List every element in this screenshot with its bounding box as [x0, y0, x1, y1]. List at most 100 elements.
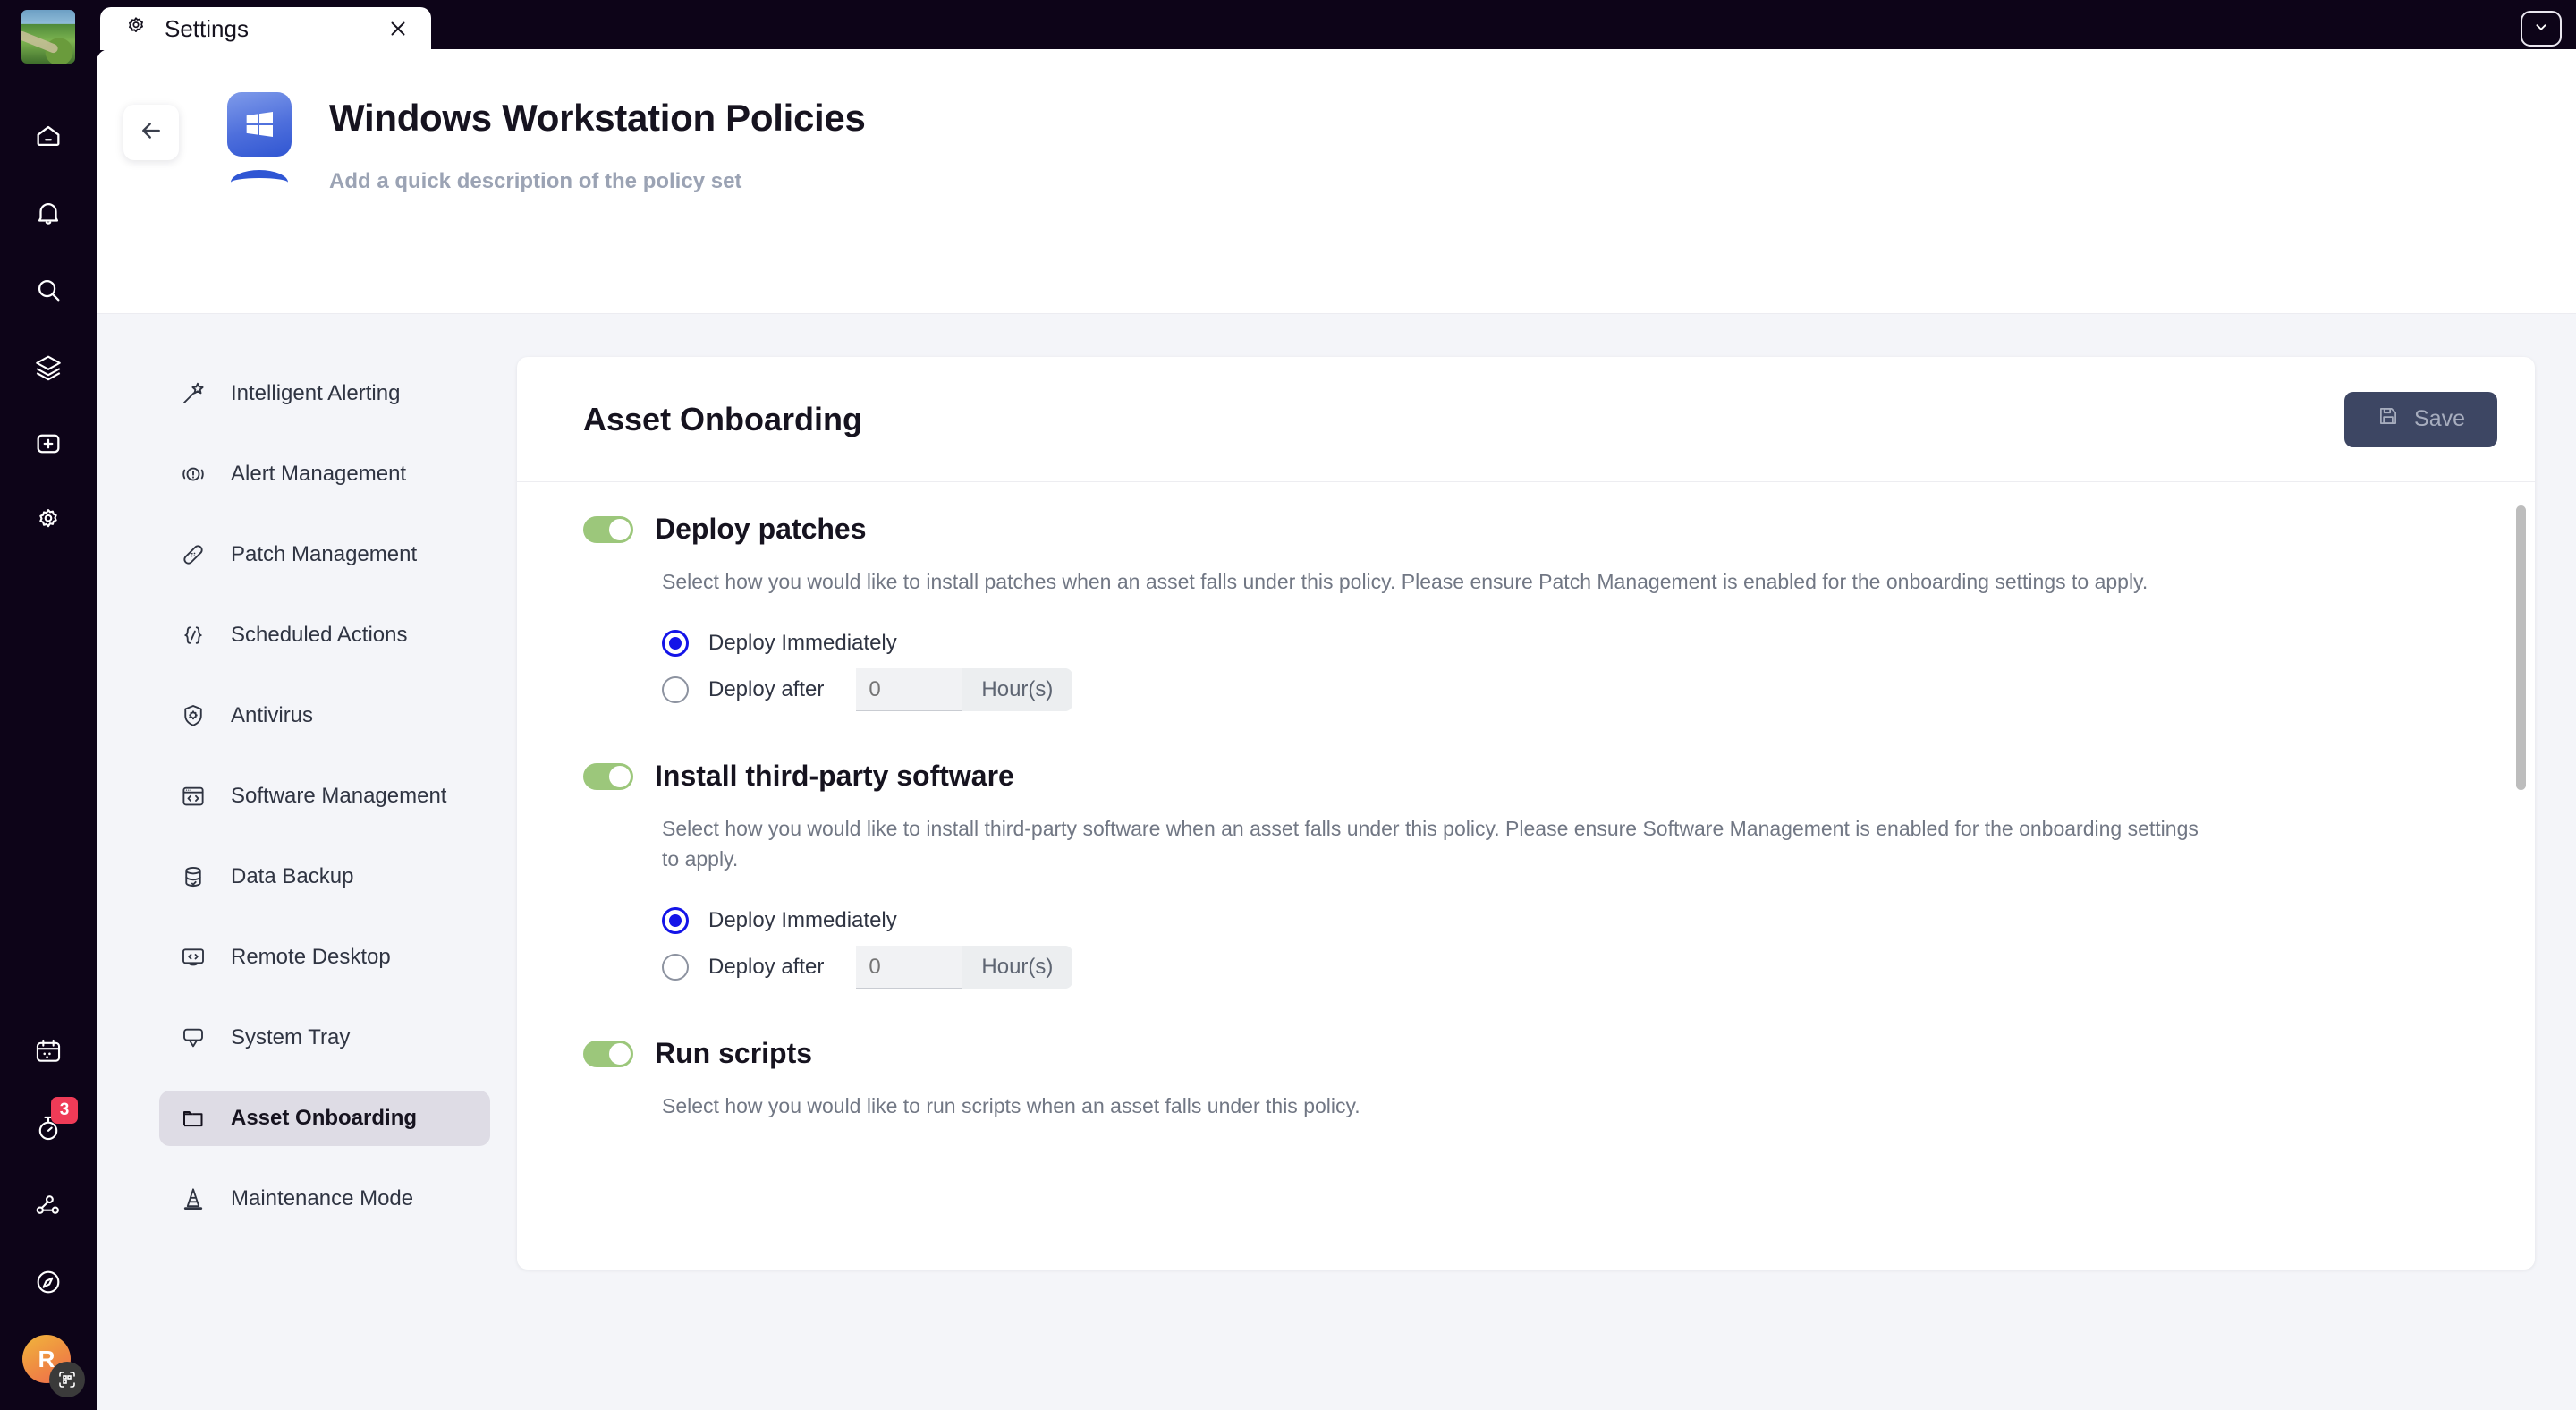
back-button[interactable]: [123, 105, 179, 160]
bandage-icon: [179, 540, 208, 569]
section-title: Deploy patches: [655, 513, 867, 545]
sidebar-item-label: Intelligent Alerting: [231, 381, 401, 405]
sidebar-item-label: Antivirus: [231, 703, 314, 727]
compass-icon: [33, 1267, 64, 1297]
save-button[interactable]: Save: [2344, 391, 2497, 447]
settings-card: Asset Onboarding Save Deploy patches Sel…: [517, 357, 2535, 1270]
radio-label: Deploy after: [708, 955, 825, 980]
radio-row-deploy-immediately[interactable]: Deploy Immediately: [662, 620, 2454, 667]
radio-group-deploy-patches: Deploy Immediately Deploy after Hour(s): [583, 620, 2454, 713]
section-title: Install third-party software: [655, 760, 1014, 793]
toggle-install-third-party-software[interactable]: [583, 762, 633, 790]
rail-item-search[interactable]: [21, 262, 76, 318]
deploy-after-hours-input[interactable]: [856, 946, 962, 990]
card-scrollbar-thumb[interactable]: [2516, 505, 2526, 790]
section-title: Run scripts: [655, 1037, 813, 1070]
save-button-label: Save: [2414, 406, 2465, 431]
plus-square-icon: [33, 429, 64, 459]
policy-avatar[interactable]: [211, 92, 308, 183]
collapse-panel-button[interactable]: [2521, 11, 2562, 47]
sidebar-item-scheduled-actions[interactable]: Scheduled Actions: [159, 607, 490, 663]
rail-item-layers[interactable]: [21, 339, 76, 395]
sidebar-item-label: Maintenance Mode: [231, 1186, 414, 1210]
page-content: Intelligent Alerting Alert Management Pa…: [97, 314, 2576, 1270]
chevron-down-icon: [2531, 17, 2551, 41]
traffic-cone-icon: [179, 1185, 208, 1213]
sidebar-item-label: Patch Management: [231, 542, 418, 566]
toggle-run-scripts[interactable]: [583, 1040, 633, 1067]
rail-item-calendar[interactable]: [21, 1024, 76, 1079]
deploy-after-unit-label: Hour(s): [962, 668, 1073, 712]
gear-icon: [33, 505, 64, 536]
policy-avatar-arc: [231, 170, 288, 183]
radio-group-install-third-party-software: Deploy Immediately Deploy after Hour(s): [583, 897, 2454, 990]
close-icon[interactable]: [383, 13, 413, 44]
app-rail: 3 R: [0, 0, 97, 1410]
layers-icon: [33, 352, 64, 382]
home-icon: [33, 121, 64, 151]
floppy-disk-icon: [2377, 404, 2400, 434]
sidebar-item-patch-management[interactable]: Patch Management: [159, 527, 490, 582]
page-description[interactable]: Add a quick description of the policy se…: [329, 169, 866, 194]
shield-virus-icon: [179, 701, 208, 730]
sidebar-item-label: Alert Management: [231, 462, 407, 486]
deploy-after-hours-input[interactable]: [856, 668, 962, 712]
sidebar-item-label: Asset Onboarding: [231, 1106, 418, 1130]
card-scrollbar[interactable]: [2516, 505, 2526, 1246]
sidebar-item-system-tray[interactable]: System Tray: [159, 1010, 490, 1066]
rail-item-explore[interactable]: [21, 1254, 76, 1310]
tray-icon: [179, 1024, 208, 1052]
section-run-scripts: Run scripts Select how you would like to…: [517, 1037, 2535, 1121]
monitor-code-icon: [179, 943, 208, 972]
settings-window: Windows Workstation Policies Add a quick…: [97, 49, 2576, 1410]
sidebar-item-data-backup[interactable]: Data Backup: [159, 849, 490, 905]
network-nodes-icon: [33, 1190, 64, 1220]
deploy-after-input-group: Hour(s): [856, 668, 1073, 712]
radio-deploy-immediately[interactable]: [662, 630, 689, 658]
rail-item-topology[interactable]: [21, 1177, 76, 1233]
sidebar-item-label: System Tray: [231, 1025, 351, 1049]
radio-label: Deploy Immediately: [708, 631, 897, 656]
radio-label: Deploy after: [708, 677, 825, 702]
radio-row-deploy-after[interactable]: Deploy after Hour(s): [662, 667, 2454, 713]
qr-code-icon[interactable]: [49, 1362, 85, 1397]
code-braces-icon: [179, 621, 208, 650]
bell-icon: [33, 198, 64, 228]
browser-code-icon: [179, 782, 208, 811]
radio-deploy-after[interactable]: [662, 954, 689, 981]
sidebar-item-label: Data Backup: [231, 864, 354, 888]
sidebar-item-alert-management[interactable]: Alert Management: [159, 446, 490, 502]
rail-item-add[interactable]: [21, 416, 76, 471]
deploy-after-unit-label: Hour(s): [962, 946, 1073, 990]
section-description: Select how you would like to install thi…: [662, 817, 2199, 871]
tab-settings[interactable]: Settings: [100, 7, 431, 50]
magic-wand-icon: [179, 379, 208, 408]
section-description: Select how you would like to install pat…: [662, 570, 2148, 593]
sidebar-item-software-management[interactable]: Software Management: [159, 769, 490, 824]
rail-item-notifications[interactable]: [21, 185, 76, 241]
timer-badge: 3: [51, 1097, 78, 1124]
rail-item-home[interactable]: [21, 108, 76, 164]
rail-item-settings[interactable]: [21, 493, 76, 548]
radio-row-deploy-after[interactable]: Deploy after Hour(s): [662, 944, 2454, 990]
alert-circle-icon: [179, 460, 208, 488]
card-header: Asset Onboarding Save: [517, 357, 2535, 482]
sidebar-item-maintenance-mode[interactable]: Maintenance Mode: [159, 1171, 490, 1227]
radio-label: Deploy Immediately: [708, 908, 897, 933]
rail-item-timer[interactable]: 3: [21, 1097, 78, 1156]
sidebar-item-antivirus[interactable]: Antivirus: [159, 688, 490, 743]
toggle-deploy-patches[interactable]: [583, 515, 633, 543]
avatar-group[interactable]: R: [21, 1335, 85, 1397]
sidebar-item-asset-onboarding[interactable]: Asset Onboarding: [159, 1091, 490, 1146]
section-description: Select how you would like to run scripts…: [662, 1094, 1360, 1118]
gear-icon: [123, 14, 148, 44]
arrow-left-icon: [138, 117, 165, 149]
sidebar-item-remote-desktop[interactable]: Remote Desktop: [159, 930, 490, 985]
radio-row-deploy-immediately[interactable]: Deploy Immediately: [662, 897, 2454, 944]
radio-deploy-immediately[interactable]: [662, 907, 689, 935]
wallpaper-thumbnail[interactable]: [21, 10, 75, 64]
tab-strip: Settings: [100, 7, 431, 50]
rail-bottom-icons: 3 R: [21, 1013, 85, 1410]
radio-deploy-after[interactable]: [662, 676, 689, 704]
sidebar-item-intelligent-alerting[interactable]: Intelligent Alerting: [159, 366, 490, 421]
